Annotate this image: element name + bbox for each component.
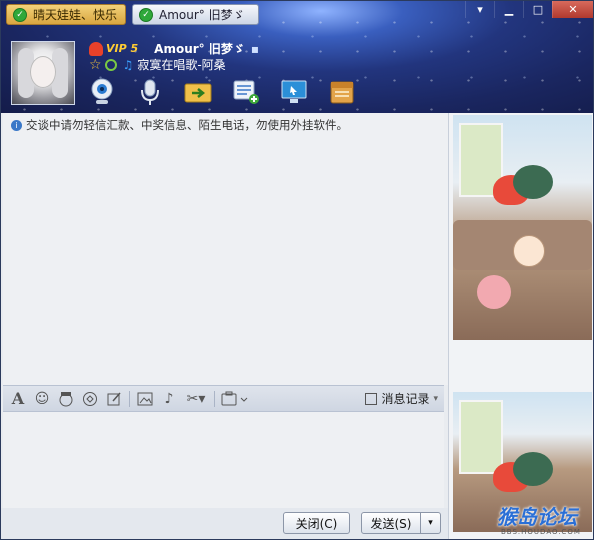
divider [129, 390, 130, 407]
header: ✓ 晴天娃娃、快乐 ✓ Amour° 旧梦ゞ ▾ ▁ □ ✕ VIP 5 Amo… [1, 1, 593, 113]
watermark-logo: 猴岛论坛 [497, 505, 577, 529]
menu-button[interactable]: ▾ [465, 1, 494, 18]
send-options-button[interactable]: ▾ [420, 512, 441, 534]
music-icon[interactable]: ♪ [160, 390, 178, 408]
signature-line: ☆ ♫ 寂寞在唱歌-阿桑 [89, 56, 226, 73]
status-dot: ▪ [250, 41, 259, 56]
microphone-icon[interactable] [135, 77, 165, 107]
feature-toolbar [87, 77, 375, 107]
image-icon[interactable] [136, 390, 154, 408]
input-toolbar: A ☺ ♪ ✂▾ 消息记录 ▾ [3, 385, 444, 412]
close-button[interactable]: 关闭(C) [283, 512, 350, 534]
emoji-icon[interactable]: ☺ [33, 390, 51, 408]
window-controls: ▾ ▁ □ ✕ [465, 1, 593, 18]
show-panel [448, 113, 593, 539]
qzone-icon[interactable] [104, 58, 117, 71]
file-transfer-icon[interactable] [183, 77, 213, 107]
star-icon[interactable]: ☆ [89, 57, 102, 73]
chat-window: ✓ 晴天娃娃、快乐 ✓ Amour° 旧梦ゞ ▾ ▁ □ ✕ VIP 5 Amo… [0, 0, 594, 540]
divider [214, 390, 215, 407]
vip-crown-icon [89, 41, 103, 56]
cartoon-baby [513, 235, 545, 267]
screenshot-icon[interactable]: ✂▾ [184, 390, 208, 408]
vip-badge[interactable]: VIP 5 [106, 42, 138, 55]
online-check-icon: ✓ [13, 7, 27, 22]
contact-avatar[interactable] [11, 41, 75, 105]
history-label: 消息记录 [381, 392, 430, 406]
avatar-face [30, 56, 56, 88]
security-notice: i 交谈中请勿轻信汇款、中奖信息、陌生电话，勿使用外挂软件。 [11, 117, 348, 133]
tab-label: 晴天娃娃、快乐 [33, 8, 118, 22]
online-check-icon: ✓ [139, 7, 153, 22]
history-icon [365, 392, 378, 405]
maximize-button[interactable]: □ [523, 1, 552, 18]
webcam-icon[interactable] [87, 77, 117, 107]
close-window-button[interactable]: ✕ [552, 1, 593, 18]
contact-name-line: VIP 5 Amour° 旧梦ゞ ▪ [89, 40, 259, 57]
message-add-icon[interactable] [231, 77, 261, 107]
tab-label: Amour° 旧梦ゞ [159, 8, 245, 22]
edit-icon[interactable] [105, 390, 123, 408]
send-button[interactable]: 发送(S) [361, 512, 421, 534]
contact-show-image [453, 115, 592, 340]
app-box-icon[interactable] [327, 77, 357, 107]
shake-icon[interactable] [81, 390, 99, 408]
message-input[interactable] [3, 412, 444, 508]
message-history-button[interactable]: 消息记录 ▾ [365, 390, 438, 407]
watermark-url: BBS.HOUDAO.COM [501, 528, 581, 536]
bottom-bar: 关闭(C) 发送(S) ▾ [1, 508, 448, 539]
cartoon-hat [513, 452, 553, 486]
tab-active-chat[interactable]: ✓ 晴天娃娃、快乐 [6, 4, 126, 25]
minimize-button[interactable]: ▁ [494, 1, 523, 18]
cartoon-girl [477, 275, 511, 309]
chevron-down-icon: ▾ [433, 393, 438, 404]
apps-icon[interactable] [221, 390, 249, 408]
font-icon[interactable]: A [9, 389, 27, 408]
magic-face-icon[interactable] [57, 390, 75, 408]
tab-contact-chat[interactable]: ✓ Amour° 旧梦ゞ [132, 4, 259, 25]
contact-signature[interactable]: 寂寞在唱歌-阿桑 [137, 56, 225, 73]
info-icon: i [11, 119, 22, 131]
security-notice-text: 交谈中请勿轻信汇款、中奖信息、陌生电话，勿使用外挂软件。 [26, 118, 348, 132]
music-note-icon: ♫ [122, 57, 134, 72]
remote-desktop-icon[interactable] [279, 77, 309, 107]
window-scene [459, 400, 503, 474]
cartoon-hat [513, 165, 553, 199]
chat-messages: i 交谈中请勿轻信汇款、中奖信息、陌生电话，勿使用外挂软件。 [3, 113, 448, 385]
contact-nickname: Amour° 旧梦ゞ [154, 42, 245, 56]
